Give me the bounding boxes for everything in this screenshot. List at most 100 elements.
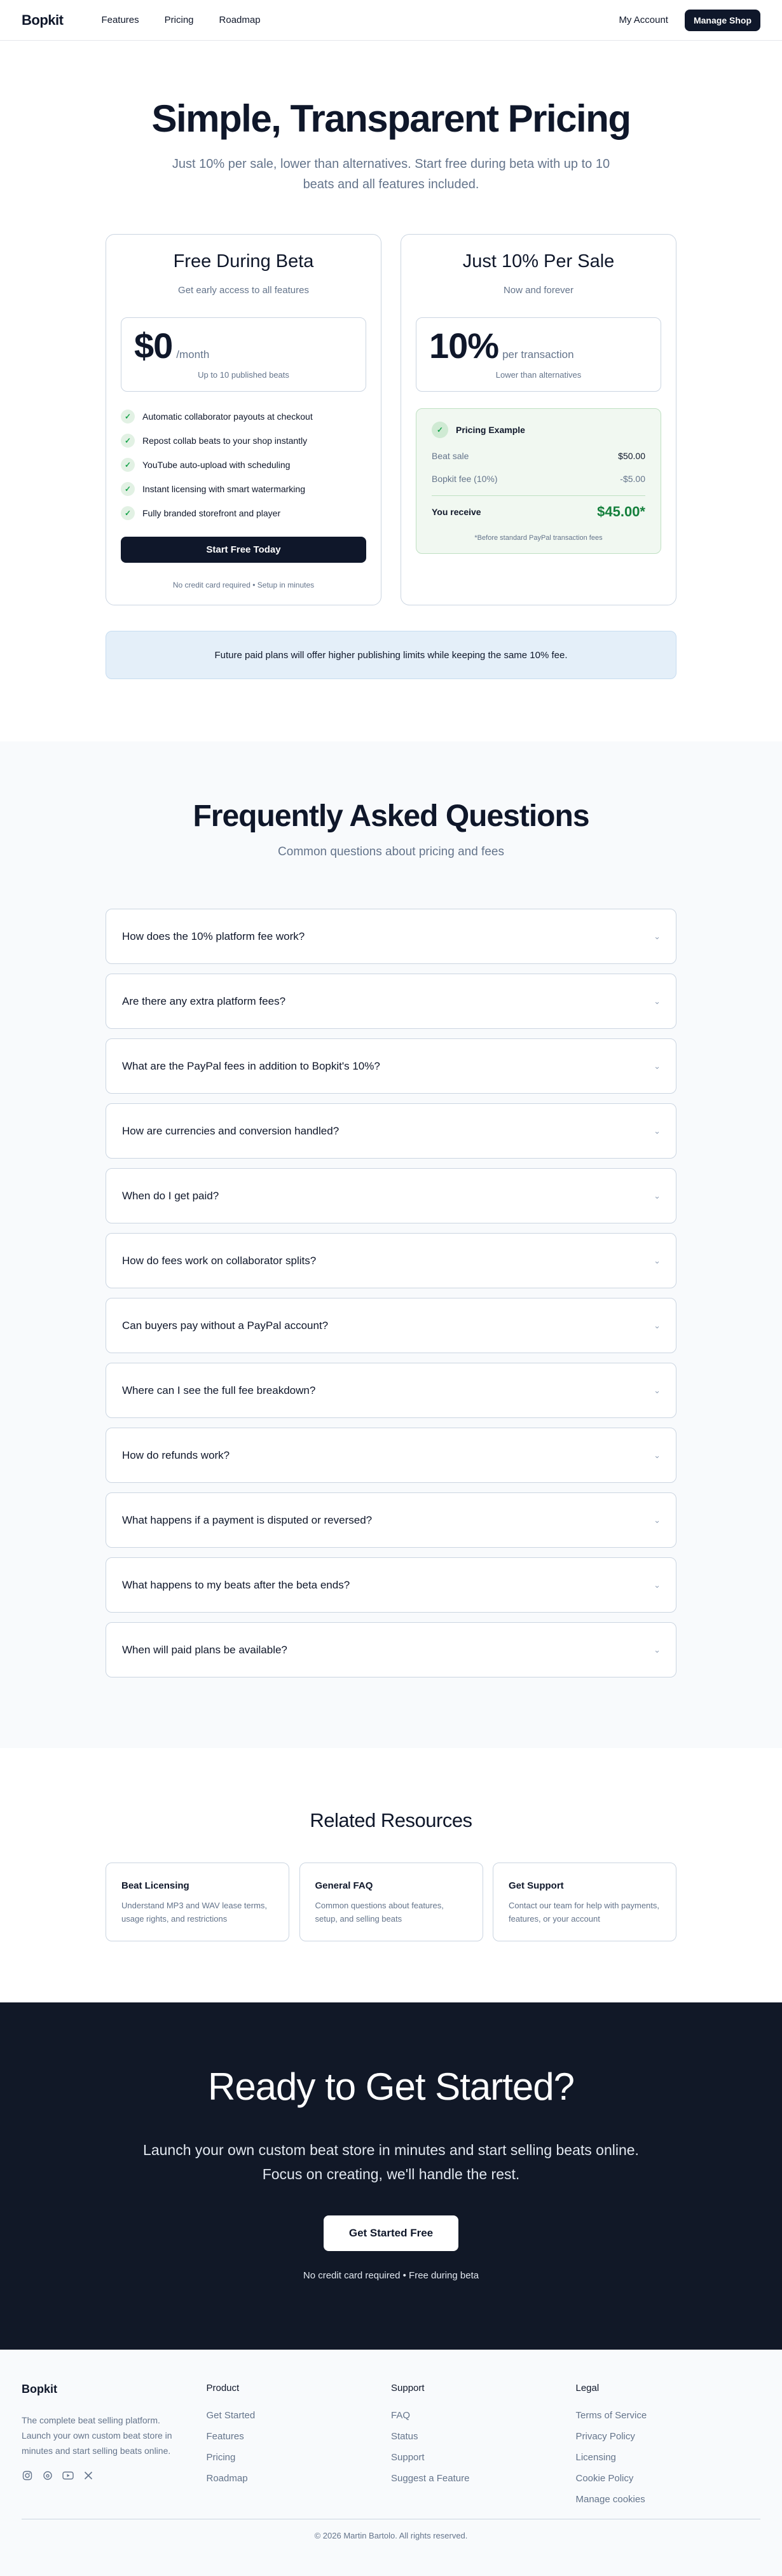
- x-icon[interactable]: [83, 2470, 94, 2481]
- faq-question: How do fees work on collaborator splits?: [122, 1254, 317, 1267]
- chevron-down-icon: ⌄: [654, 1126, 661, 1136]
- faq-item[interactable]: Are there any extra platform fees? ⌄: [106, 974, 676, 1029]
- cta-title: Ready to Get Started?: [207, 2065, 575, 2108]
- nav-link-features[interactable]: Features: [101, 15, 139, 25]
- check-icon: ✓: [121, 506, 135, 520]
- faq-item[interactable]: How do refunds work? ⌄: [106, 1428, 676, 1483]
- start-free-button[interactable]: Start Free Today: [121, 537, 366, 563]
- resource-card-licensing[interactable]: Beat Licensing Understand MP3 and WAV le…: [106, 1863, 289, 1941]
- faq-item[interactable]: What are the PayPal fees in addition to …: [106, 1038, 676, 1094]
- my-account-link[interactable]: My Account: [619, 15, 668, 25]
- faq-item[interactable]: How do fees work on collaborator splits?…: [106, 1233, 676, 1288]
- footer-link[interactable]: Roadmap: [207, 2473, 392, 2484]
- get-started-button[interactable]: Get Started Free: [323, 2215, 459, 2251]
- related-resources: Related Resources Beat Licensing Underst…: [0, 1748, 782, 2002]
- brand-logo[interactable]: Bopkit: [22, 12, 64, 29]
- faq-question: When will paid plans be available?: [122, 1643, 287, 1656]
- faq-item[interactable]: How does the 10% platform fee work? ⌄: [106, 909, 676, 964]
- footer-brand[interactable]: Bopkit: [22, 2383, 207, 2396]
- footer-link[interactable]: Support: [391, 2452, 576, 2463]
- footer-col-legal: Legal Terms of Service Privacy Policy Li…: [576, 2383, 761, 2505]
- nav-link-pricing[interactable]: Pricing: [165, 15, 194, 25]
- faq-item[interactable]: Can buyers pay without a PayPal account?…: [106, 1298, 676, 1353]
- check-icon: ✓: [121, 482, 135, 496]
- faq-item[interactable]: What happens if a payment is disputed or…: [106, 1492, 676, 1548]
- feature-item: ✓ Automatic collaborator payouts at check…: [121, 404, 366, 429]
- price-note: Up to 10 published beats: [198, 370, 289, 380]
- chevron-down-icon: ⌄: [654, 1190, 661, 1201]
- price-box: $0 /month Up to 10 published beats: [121, 317, 366, 392]
- chevron-down-icon: ⌄: [654, 1644, 661, 1655]
- faq-item[interactable]: How are currencies and conversion handle…: [106, 1103, 676, 1159]
- footer-link[interactable]: Suggest a Feature: [391, 2473, 576, 2484]
- footer-link[interactable]: Pricing: [207, 2452, 392, 2463]
- footer-link[interactable]: Terms of Service: [576, 2410, 761, 2421]
- plan-title: Free During Beta: [173, 251, 314, 272]
- faq-list: How does the 10% platform fee work? ⌄ Are…: [106, 909, 676, 1677]
- resource-card-support[interactable]: Get Support Contact our team for help wi…: [493, 1863, 676, 1941]
- footer-link[interactable]: Privacy Policy: [576, 2431, 761, 2442]
- resource-grid: Beat Licensing Understand MP3 and WAV le…: [106, 1863, 676, 1941]
- check-icon: ✓: [121, 410, 135, 424]
- feature-item: ✓ YouTube auto-upload with scheduling: [121, 453, 366, 477]
- faq-question: How do refunds work?: [122, 1449, 230, 1461]
- footer-link[interactable]: Manage cookies: [576, 2494, 761, 2505]
- faq-item[interactable]: What happens to my beats after the beta …: [106, 1557, 676, 1613]
- faq-question: What happens if a payment is disputed or…: [122, 1513, 373, 1526]
- plan-subtitle: Get early access to all features: [178, 285, 309, 296]
- chevron-down-icon: ⌄: [654, 1061, 661, 1071]
- footer-col-product: Product Get Started Features Pricing Roa…: [207, 2383, 392, 2505]
- footer-link[interactable]: FAQ: [391, 2410, 576, 2421]
- faq-section: Frequently Asked Questions Common questi…: [0, 741, 782, 1748]
- footer: Bopkit The complete beat selling platfor…: [0, 2350, 782, 2576]
- example-row-label: Beat sale: [432, 451, 469, 461]
- faq-title: Frequently Asked Questions: [193, 799, 589, 833]
- price-note: Lower than alternatives: [495, 370, 582, 380]
- related-title: Related Resources: [310, 1809, 472, 1831]
- youtube-icon[interactable]: [62, 2470, 74, 2481]
- price-amount: 10%: [429, 326, 499, 366]
- faq-item[interactable]: Where can I see the full fee breakdown? ⌄: [106, 1363, 676, 1418]
- faq-question: How are currencies and conversion handle…: [122, 1124, 340, 1137]
- footer-heading: Legal: [575, 2383, 600, 2393]
- footer-link[interactable]: Cookie Policy: [576, 2473, 761, 2484]
- footer-link[interactable]: Features: [207, 2431, 392, 2442]
- feature-list: ✓ Automatic collaborator payouts at check…: [121, 404, 366, 525]
- resource-card-faq[interactable]: General FAQ Common questions about featu…: [299, 1863, 483, 1941]
- faq-item[interactable]: When do I get paid? ⌄: [106, 1168, 676, 1223]
- feature-item: ✓ Instant licensing with smart watermarki…: [121, 477, 366, 501]
- cta-text: Launch your own custom beat store in min…: [143, 2142, 639, 2182]
- footer-link[interactable]: Licensing: [576, 2452, 761, 2463]
- cta-section: Ready to Get Started? Launch your own cu…: [0, 2002, 782, 2350]
- chevron-down-icon: ⌄: [654, 1320, 661, 1330]
- feature-item: ✓ Fully branded storefront and player: [121, 501, 366, 525]
- threads-icon[interactable]: [42, 2470, 53, 2481]
- faq-question: How does the 10% platform fee work?: [122, 930, 305, 942]
- resource-title: Beat Licensing: [121, 1880, 189, 1891]
- chevron-down-icon: ⌄: [654, 1450, 661, 1460]
- free-plan-card: Free During Beta Get early access to all…: [106, 234, 381, 605]
- price-unit: per transaction: [502, 348, 574, 361]
- total-label: You receive: [432, 507, 481, 517]
- feature-label: Automatic collaborator payouts at checko…: [142, 411, 313, 422]
- faq-item[interactable]: When will paid plans be available? ⌄: [106, 1622, 676, 1677]
- resource-desc: Understand MP3 and WAV lease terms, usag…: [121, 1901, 268, 1924]
- info-notice: Future paid plans will offer higher publ…: [106, 631, 676, 679]
- instagram-icon[interactable]: [22, 2470, 33, 2481]
- chevron-down-icon: ⌄: [654, 931, 661, 941]
- footer-link[interactable]: Status: [391, 2431, 576, 2442]
- resource-desc: Common questions about features, setup, …: [315, 1901, 444, 1924]
- footer-brand-col: Bopkit The complete beat selling platfor…: [22, 2383, 207, 2505]
- footer-link[interactable]: Get Started: [207, 2410, 392, 2421]
- footer-columns: Bopkit The complete beat selling platfor…: [22, 2383, 760, 2505]
- social-links: [22, 2470, 207, 2481]
- nav-right: My Account Manage Shop: [619, 9, 760, 31]
- check-icon: ✓: [121, 458, 135, 472]
- resource-title: Get Support: [509, 1880, 564, 1891]
- nav-link-roadmap[interactable]: Roadmap: [219, 15, 261, 25]
- pricing-cards: Free During Beta Get early access to all…: [106, 234, 676, 605]
- feature-label: YouTube auto-upload with scheduling: [142, 460, 291, 470]
- example-row: Beat sale $50.00: [432, 451, 645, 461]
- feature-item: ✓ Repost collab beats to your shop instan…: [121, 429, 366, 453]
- manage-shop-button[interactable]: Manage Shop: [684, 9, 760, 31]
